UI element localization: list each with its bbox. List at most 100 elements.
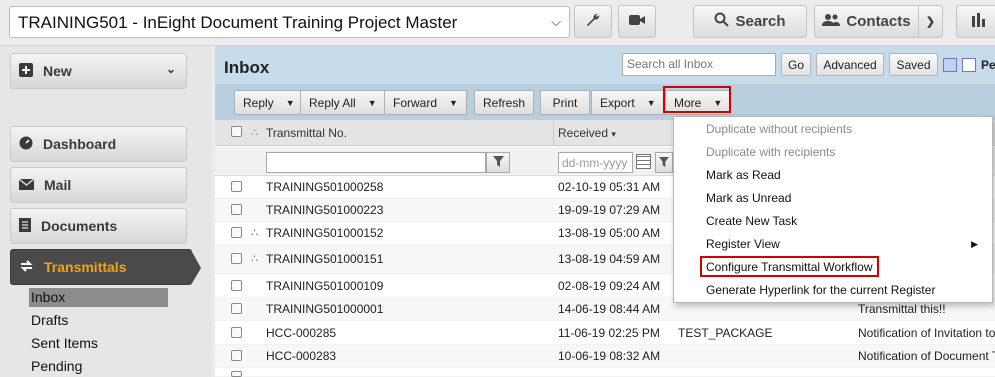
transmittal-no: TRAINING501000001 [266, 302, 384, 316]
subject: Notification of Invitation to [858, 326, 995, 340]
sidebar-subitem-sent-items[interactable]: Sent Items [29, 334, 168, 353]
forward-label: Forward [393, 95, 438, 110]
row-checkbox[interactable] [231, 350, 242, 361]
menu-item-create-new-task[interactable]: Create New Task [674, 210, 992, 233]
column-header-transmittal-no[interactable]: Transmittal No. [266, 126, 347, 140]
sidebar-subitem-pending[interactable]: Pending [29, 357, 168, 376]
sidebar-item-mail[interactable]: Mail [10, 167, 187, 203]
chevron-down-icon: ⌵ [551, 14, 561, 29]
package: TEST_PACKAGE [678, 326, 773, 340]
received-date: 13-08-19 05:00 AM [558, 226, 661, 240]
contacts-dropdown-button[interactable]: ❯ [918, 5, 943, 38]
contacts-button-label: Contacts [846, 13, 911, 30]
row-checkbox[interactable] [231, 253, 242, 264]
row-checkbox[interactable] [231, 371, 242, 377]
menu-item-duplicate-without-recipients[interactable]: Duplicate without recipients [674, 118, 992, 141]
transmittal-filter-input[interactable] [266, 152, 486, 173]
advanced-button[interactable]: Advanced [816, 53, 884, 76]
caret-down-icon: ▼ [449, 97, 458, 108]
project-select[interactable]: TRAINING501 - InEight Document Training … [9, 6, 570, 38]
transmittal-no: HCC-000283 [266, 349, 337, 363]
menu-item-register-view[interactable]: Register View ▶ [674, 233, 992, 256]
sidebar-item-label: Transmittals [44, 259, 127, 275]
reply-button[interactable]: Reply ▼ [234, 90, 304, 115]
sidebar-item-transmittals[interactable]: Transmittals [10, 249, 201, 285]
forward-button[interactable]: Forward ▼ [384, 90, 467, 115]
menu-item-mark-as-read[interactable]: Mark as Read [674, 164, 992, 187]
row-checkbox[interactable] [231, 327, 242, 338]
cut-off-label: Pe [981, 58, 995, 72]
paperclip-icon: ∴ [251, 127, 258, 139]
menu-item-duplicate-with-recipients[interactable]: Duplicate with recipients [674, 141, 992, 164]
caret-down-icon: ▼ [367, 97, 377, 108]
row-checkbox[interactable] [231, 181, 242, 192]
search-input[interactable]: Search all Inbox [622, 53, 776, 76]
video-button[interactable] [618, 5, 656, 38]
received-label: Received [558, 126, 609, 140]
contacts-icon [822, 13, 841, 31]
contacts-button[interactable]: Contacts [814, 5, 919, 38]
refresh-label: Refresh [483, 95, 526, 110]
transmittals-icon [19, 259, 34, 276]
date-filter-input[interactable]: dd-mm-yyyy [558, 152, 633, 173]
menu-item-generate-hyperlink[interactable]: Generate Hyperlink for the current Regis… [674, 279, 992, 302]
reply-all-button[interactable]: Reply All ▼ [300, 90, 386, 115]
row-checkbox[interactable] [231, 227, 242, 238]
search-button[interactable]: Search [693, 5, 807, 38]
filter-icon [492, 155, 504, 170]
chevron-down-icon: ⌄ [165, 62, 176, 76]
sidebar-item-label: Mail [44, 177, 72, 193]
sidebar-item-dashboard[interactable]: Dashboard [10, 126, 187, 162]
documents-icon [19, 217, 31, 235]
view-toggle-icon[interactable] [962, 58, 976, 72]
received-date: 13-08-19 04:59 AM [558, 252, 661, 266]
register-view-label: Register View [706, 237, 780, 251]
row-checkbox[interactable] [231, 280, 242, 291]
row-checkbox[interactable] [231, 303, 242, 314]
caret-down-icon: ▼ [285, 97, 295, 108]
print-label: Print [552, 95, 578, 110]
go-button[interactable]: Go [781, 53, 811, 76]
sidebar-item-documents[interactable]: Documents [10, 208, 187, 244]
reply-all-label: Reply All [309, 95, 356, 110]
table-row[interactable] [215, 368, 995, 377]
top-bar: TRAINING501 - InEight Document Training … [0, 0, 995, 46]
select-all-checkbox[interactable] [231, 126, 242, 137]
search-button-label: Search [735, 13, 786, 30]
received-date: 02-10-19 05:31 AM [558, 180, 661, 194]
received-date: 11-06-19 02:25 PM [558, 326, 660, 340]
reports-button[interactable] [956, 5, 995, 38]
print-button[interactable]: Print [540, 90, 590, 115]
table-row[interactable]: HCC-000283 10-06-19 08:32 AM Notificatio… [215, 345, 995, 368]
project-title: TRAINING501 - InEight Document Training … [18, 13, 458, 32]
calendar-icon[interactable] [636, 154, 651, 169]
tools-button[interactable] [574, 5, 612, 38]
filter-button[interactable] [486, 152, 510, 173]
transmittal-no: TRAINING501000151 [266, 252, 384, 266]
plus-square-icon [19, 62, 33, 80]
search-icon [714, 12, 730, 31]
saved-button[interactable]: Saved [889, 53, 938, 76]
sidebar-subitem-drafts[interactable]: Drafts [29, 311, 168, 330]
menu-item-mark-as-unread[interactable]: Mark as Unread [674, 187, 992, 210]
paperclip-icon: ∴ [251, 227, 258, 239]
paperclip-icon: ∴ [251, 253, 258, 265]
more-highlight-box [663, 86, 731, 113]
refresh-button[interactable]: Refresh [474, 90, 535, 115]
page-title: Inbox [224, 58, 270, 77]
table-row[interactable]: HCC-000285 11-06-19 02:25 PM TEST_PACKAG… [215, 322, 995, 345]
sidebar-item-label: Dashboard [43, 136, 117, 152]
transmittal-no: TRAINING501000223 [266, 203, 384, 217]
column-header-received[interactable]: Received ▾ [558, 126, 616, 140]
view-toggle-icon[interactable] [943, 58, 957, 72]
chevron-down-icon: ❯ [925, 16, 936, 28]
sidebar-subitem-inbox[interactable]: Inbox [29, 288, 168, 307]
export-button[interactable]: Export ▼ [591, 90, 665, 115]
new-button[interactable]: New ⌄ [10, 53, 187, 89]
filter-button[interactable] [655, 152, 673, 173]
action-toolbar: Reply ▼ Reply All ▼ Forward ▼ Refresh Print… [215, 84, 995, 120]
row-checkbox[interactable] [231, 204, 242, 215]
received-date: 10-06-19 08:32 AM [558, 349, 661, 363]
sidebar-item-label: Documents [41, 218, 118, 234]
dashboard-icon [19, 136, 33, 153]
